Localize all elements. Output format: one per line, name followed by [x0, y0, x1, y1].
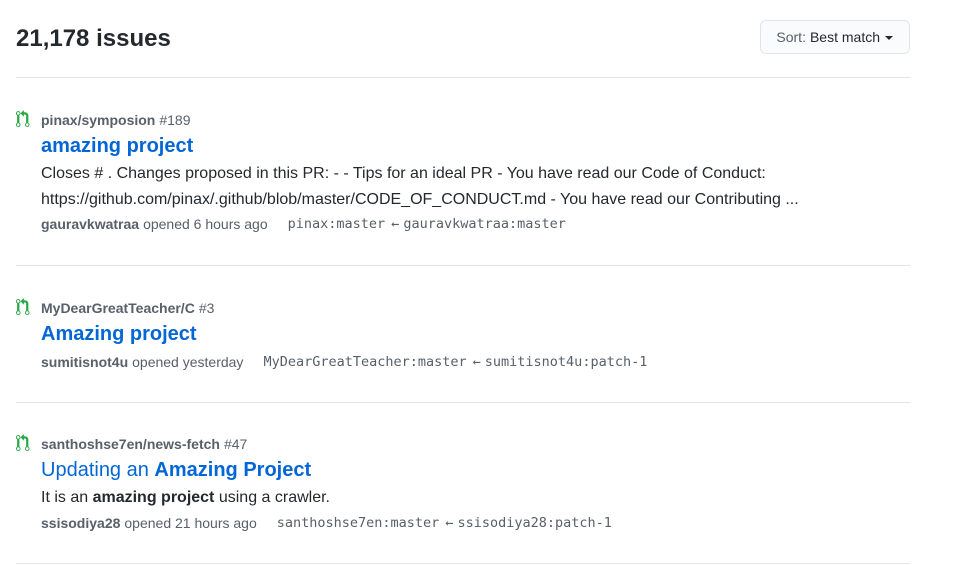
git-pull-request-icon [16, 434, 30, 451]
search-results: 21,178 issues Sort: Best match pinax/sym… [16, 0, 910, 564]
results-count-title: 21,178 issues [16, 25, 171, 52]
title-text: Updating an [41, 459, 155, 481]
opened-time: opened 6 hours ago [143, 216, 268, 232]
author-link[interactable]: ssisodiya28 [41, 514, 120, 532]
issue-number: #3 [198, 300, 215, 316]
repo-link[interactable]: pinax/symposion [41, 112, 155, 128]
issue-meta: gauravkwatraa opened 6 hours ago pinax:m… [41, 215, 566, 233]
author-link[interactable]: gauravkwatraa [41, 215, 139, 233]
caret-down-icon [885, 35, 893, 40]
title-highlight: Amazing Project [154, 459, 312, 481]
sort-value: Best match [809, 29, 880, 45]
head-branch: ssisodiya28:patch-1 [457, 515, 612, 531]
left-arrow-icon: ← [472, 354, 481, 370]
repo-line: santhoshse7en/news-fetch #47 [41, 435, 247, 453]
list-item: MyDearGreatTeacher/C #3 Amazing project s… [16, 266, 910, 403]
issue-number: #47 [223, 436, 248, 452]
repo-link[interactable]: santhoshse7en/news-fetch [41, 436, 220, 452]
results-header: 21,178 issues Sort: Best match [16, 0, 910, 78]
issue-body-snippet: Closes # . Changes proposed in this PR: … [41, 165, 799, 208]
repo-line: pinax/symposion #189 [41, 111, 191, 129]
sort-dropdown-button[interactable]: Sort: Best match [760, 20, 910, 54]
left-arrow-icon: ← [445, 515, 454, 531]
branch-info: pinax:master ← gauravkwatraa:master [288, 215, 566, 233]
base-branch: MyDearGreatTeacher:master [263, 354, 467, 370]
repo-link[interactable]: MyDearGreatTeacher/C [41, 300, 195, 316]
head-branch: gauravkwatraa:master [403, 216, 566, 232]
git-pull-request-icon [16, 298, 30, 315]
issue-title-link[interactable]: Updating an Amazing Project [41, 457, 311, 483]
issue-title-link[interactable]: Amazing project [41, 321, 197, 347]
issue-meta: ssisodiya28 opened 21 hours ago santhosh… [41, 514, 612, 532]
base-branch: pinax:master [287, 216, 386, 232]
base-branch: santhoshse7en:master [276, 515, 440, 531]
opened-time: opened 21 hours ago [124, 515, 257, 531]
repo-line: MyDearGreatTeacher/C #3 [41, 299, 214, 317]
list-item: pinax/symposion #189 amazing project Clos… [16, 78, 910, 266]
opened-time: opened yesterday [132, 354, 244, 370]
issue-meta: sumitisnot4u opened yesterday MyDearGrea… [41, 353, 647, 371]
body-highlight: amazing project [92, 489, 215, 506]
issue-title-link[interactable]: amazing project [41, 133, 193, 159]
author-link[interactable]: sumitisnot4u [41, 353, 128, 371]
sort-label: Sort: [776, 29, 806, 45]
issue-body-snippet: It is an amazing project using a crawler… [41, 485, 901, 511]
left-arrow-icon: ← [391, 216, 400, 232]
head-branch: sumitisnot4u:patch-1 [484, 354, 648, 370]
list-item: santhoshse7en/news-fetch #47 Updating an … [16, 403, 910, 564]
body-text: It is an [41, 489, 93, 506]
branch-info: santhoshse7en:master ← ssisodiya28:patch-1 [277, 514, 612, 532]
issue-number: #189 [159, 112, 191, 128]
git-pull-request-icon [16, 110, 30, 127]
body-text-end: using a crawler. [214, 489, 330, 506]
branch-info: MyDearGreatTeacher:master ← sumitisnot4u:p… [263, 353, 647, 371]
